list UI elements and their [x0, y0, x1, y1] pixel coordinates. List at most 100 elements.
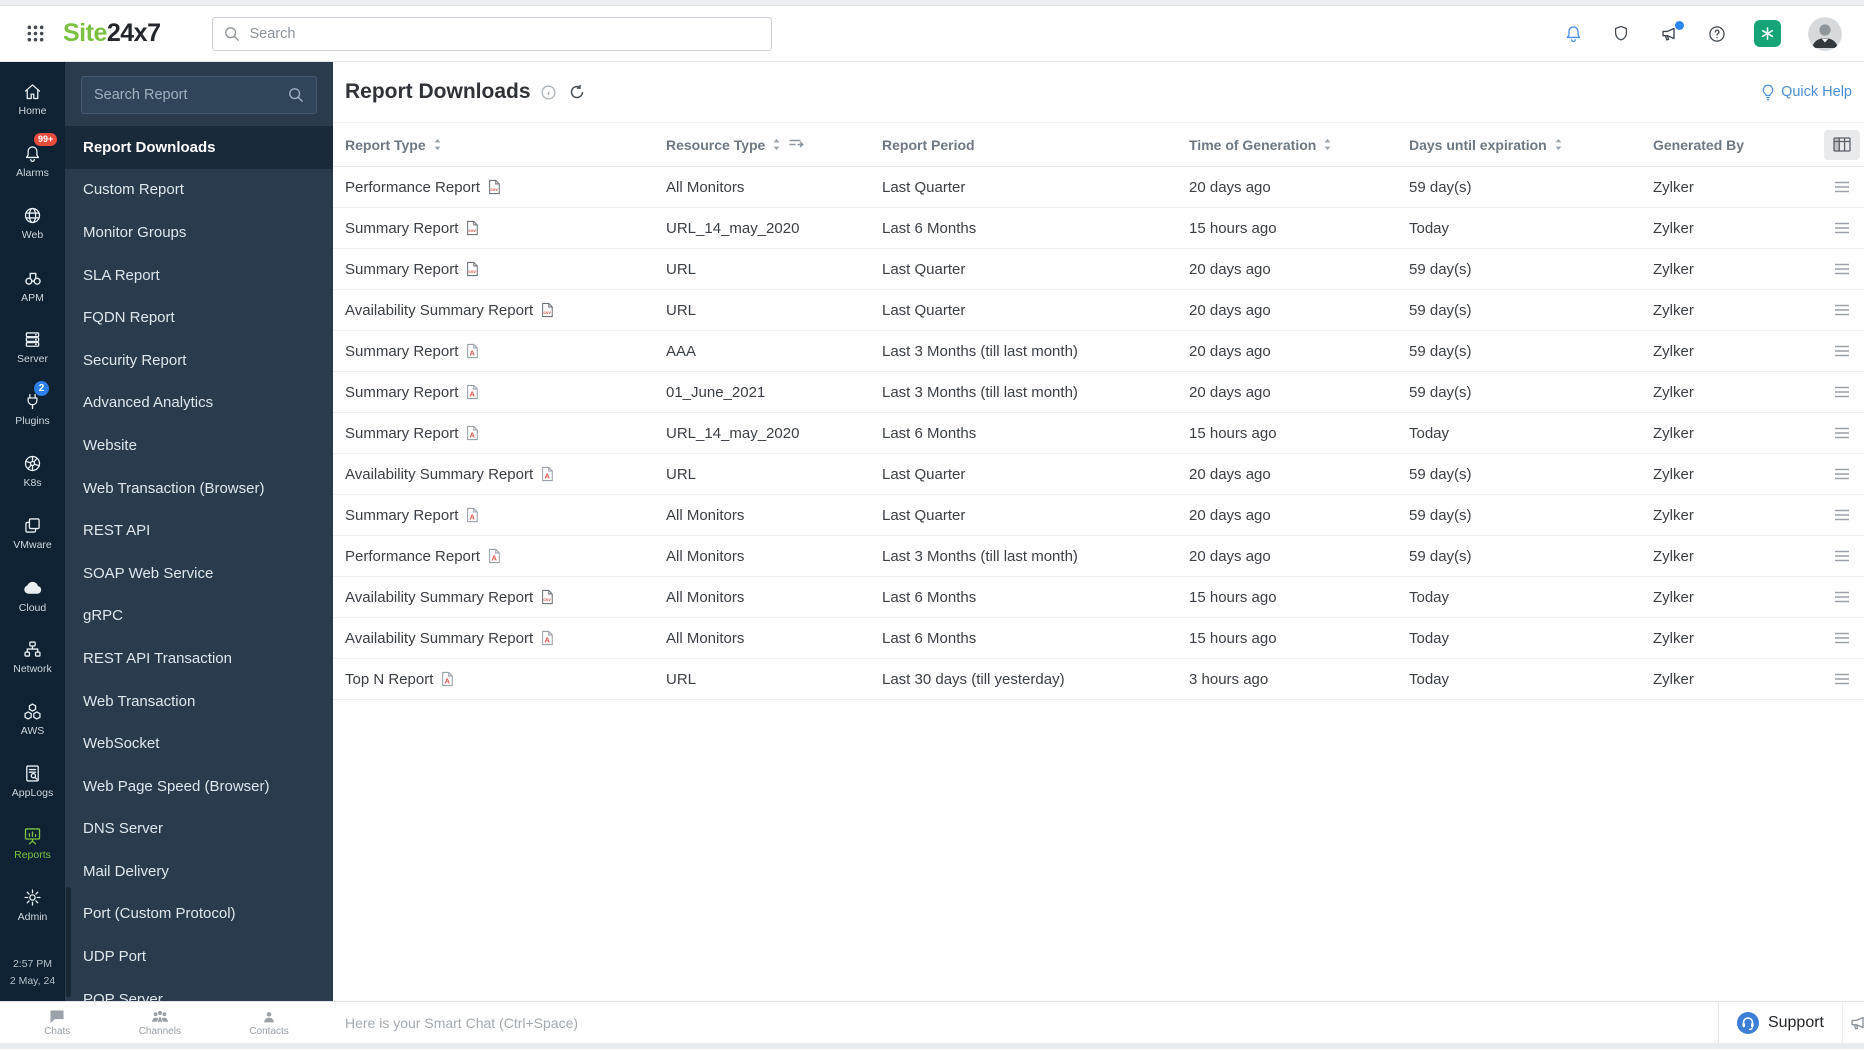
row-actions-menu-button[interactable]	[1834, 427, 1850, 439]
rail-item-web[interactable]: Web	[0, 192, 65, 254]
sidebar-item-web-transaction-browser[interactable]: Web Transaction (Browser)	[65, 467, 333, 510]
report-type-cell[interactable]: Availability Summary Report A	[345, 630, 666, 647]
row-actions-menu-button[interactable]	[1834, 263, 1850, 275]
help-button[interactable]	[1707, 24, 1727, 44]
sidebar-item-custom-report[interactable]: Custom Report	[65, 169, 333, 212]
report-search-input[interactable]	[94, 87, 288, 103]
sort-icon[interactable]	[772, 138, 781, 151]
sidebar-item-dns-server[interactable]: DNS Server	[65, 808, 333, 851]
rail-item-aws[interactable]: AWS	[0, 688, 65, 750]
rail-item-home[interactable]: Home	[0, 68, 65, 130]
sidebar-item-udp-port[interactable]: UDP Port	[65, 935, 333, 978]
report-type-cell[interactable]: Top N Report A	[345, 671, 666, 688]
global-search-input[interactable]	[249, 25, 761, 42]
rail-item-reports[interactable]: Reports	[0, 812, 65, 874]
sidebar-item-advanced-analytics[interactable]: Advanced Analytics	[65, 382, 333, 425]
support-button[interactable]: Support	[1717, 1002, 1842, 1043]
column-picker-button[interactable]	[1824, 129, 1860, 160]
report-type-cell[interactable]: Availability Summary Report csv	[345, 302, 666, 319]
rail-item-network[interactable]: Network	[0, 626, 65, 688]
row-actions-menu-button[interactable]	[1834, 509, 1850, 521]
row-actions-menu-button[interactable]	[1834, 386, 1850, 398]
sidebar-item-mail-delivery[interactable]: Mail Delivery	[65, 850, 333, 893]
scrollbar-thumb[interactable]	[66, 887, 71, 997]
security-status-button[interactable]	[1611, 23, 1631, 44]
sidebar-item-security-report[interactable]: Security Report	[65, 339, 333, 382]
rail-item-applogs[interactable]: AppLogs	[0, 750, 65, 812]
chat-tab-channels[interactable]: Channels	[139, 1009, 181, 1037]
quick-help-link[interactable]: Quick Help	[1761, 84, 1852, 101]
rail-item-alarms[interactable]: 99+ Alarms	[0, 130, 65, 192]
smart-chat-input[interactable]	[345, 1014, 1718, 1031]
generated-by-cell: Zylker	[1653, 670, 1694, 688]
sidebar-item-rest-api[interactable]: REST API	[65, 509, 333, 552]
sidebar-item-web-page-speed-browser[interactable]: Web Page Speed (Browser)	[65, 765, 333, 808]
row-actions-menu-button[interactable]	[1834, 222, 1850, 234]
chat-tab-contacts[interactable]: Contacts	[249, 1009, 289, 1037]
report-type-cell[interactable]: Summary Report A	[345, 425, 666, 442]
app-launcher-grid-icon[interactable]	[26, 24, 45, 43]
report-type-cell[interactable]: Performance Report A	[345, 548, 666, 565]
row-actions-menu-button[interactable]	[1834, 632, 1850, 644]
svg-text:A: A	[470, 348, 476, 357]
column-header-days-until-expiration[interactable]: Days until expiration	[1409, 137, 1653, 153]
report-type-cell[interactable]: Summary Report csv	[345, 261, 666, 278]
notifications-button[interactable]	[1563, 23, 1584, 44]
sidebar-item-website[interactable]: Website	[65, 424, 333, 467]
announcements-button[interactable]	[1658, 20, 1684, 44]
report-type-cell[interactable]: Summary Report A	[345, 507, 666, 524]
report-type-cell[interactable]: Summary Report A	[345, 384, 666, 401]
sidebar-item-sla-report[interactable]: SLA Report	[65, 254, 333, 297]
row-actions-menu-button[interactable]	[1834, 181, 1850, 193]
sidebar-item-rest-api-transaction[interactable]: REST API Transaction	[65, 637, 333, 680]
sidebar-item-port-custom-protocol[interactable]: Port (Custom Protocol)	[65, 893, 333, 936]
chat-tab-chats[interactable]: Chats	[44, 1009, 70, 1037]
rail-item-plugins[interactable]: 2 Plugins	[0, 378, 65, 440]
user-avatar[interactable]	[1808, 16, 1842, 51]
sidebar-item-grpc[interactable]: gRPC	[65, 595, 333, 638]
report-type-cell[interactable]: Summary Report csv	[345, 220, 666, 237]
column-header-report-type[interactable]: Report Type	[345, 137, 666, 153]
row-actions-menu-button[interactable]	[1834, 550, 1850, 562]
row-actions-menu-button[interactable]	[1834, 591, 1850, 603]
report-type-cell[interactable]: Summary Report A	[345, 343, 666, 360]
page-title: Report Downloads	[345, 80, 531, 103]
network-topology-icon	[22, 639, 43, 660]
ai-assistant-button[interactable]	[1754, 20, 1781, 47]
sidebar-item-soap-web-service[interactable]: SOAP Web Service	[65, 552, 333, 595]
refresh-icon[interactable]	[569, 84, 585, 100]
sidebar-item-monitor-groups[interactable]: Monitor Groups	[65, 211, 333, 254]
sort-icon[interactable]	[1554, 138, 1563, 151]
rail-item-apm[interactable]: APM	[0, 254, 65, 316]
column-header-generated-by[interactable]: Generated By	[1653, 137, 1816, 153]
site24x7-logo[interactable]: Site24x7	[63, 19, 161, 48]
rail-item-admin[interactable]: Admin	[0, 874, 65, 936]
column-header-time-of-generation[interactable]: Time of Generation	[1189, 137, 1409, 153]
report-search[interactable]	[81, 76, 317, 114]
sidebar-item-web-transaction[interactable]: Web Transaction	[65, 680, 333, 723]
report-type-cell[interactable]: Availability Summary Report A	[345, 466, 666, 483]
sidebar-item-pop-server[interactable]: POP Server	[65, 978, 333, 1001]
row-actions-menu-button[interactable]	[1834, 345, 1850, 357]
rail-item-k8s[interactable]: K8s	[0, 440, 65, 502]
filter-icon[interactable]	[788, 138, 805, 151]
sidebar-item-websocket[interactable]: WebSocket	[65, 722, 333, 765]
global-search[interactable]	[212, 16, 773, 51]
info-icon[interactable]	[541, 85, 556, 100]
rail-item-cloud[interactable]: Cloud	[0, 564, 65, 626]
rail-item-server[interactable]: Server	[0, 316, 65, 378]
megaphone-icon[interactable]	[1842, 1002, 1864, 1043]
report-type-cell[interactable]: Performance Report csv	[345, 179, 666, 196]
row-actions-menu-button[interactable]	[1834, 304, 1850, 316]
sidebar-item-report-downloads[interactable]: Report Downloads	[65, 126, 333, 169]
sort-icon[interactable]	[1323, 138, 1332, 151]
row-actions-menu-button[interactable]	[1834, 673, 1850, 685]
row-actions-menu-button[interactable]	[1834, 468, 1850, 480]
column-header-report-period[interactable]: Report Period	[882, 137, 1189, 153]
table-row: Performance Report A All Monitors Last 3 Mo…	[333, 536, 1864, 577]
column-header-resource-type[interactable]: Resource Type	[666, 137, 882, 153]
sort-icon[interactable]	[433, 138, 442, 151]
report-type-cell[interactable]: Availability Summary Report csv	[345, 589, 666, 606]
rail-item-vmware[interactable]: VMware	[0, 502, 65, 564]
sidebar-item-fqdn-report[interactable]: FQDN Report	[65, 296, 333, 339]
